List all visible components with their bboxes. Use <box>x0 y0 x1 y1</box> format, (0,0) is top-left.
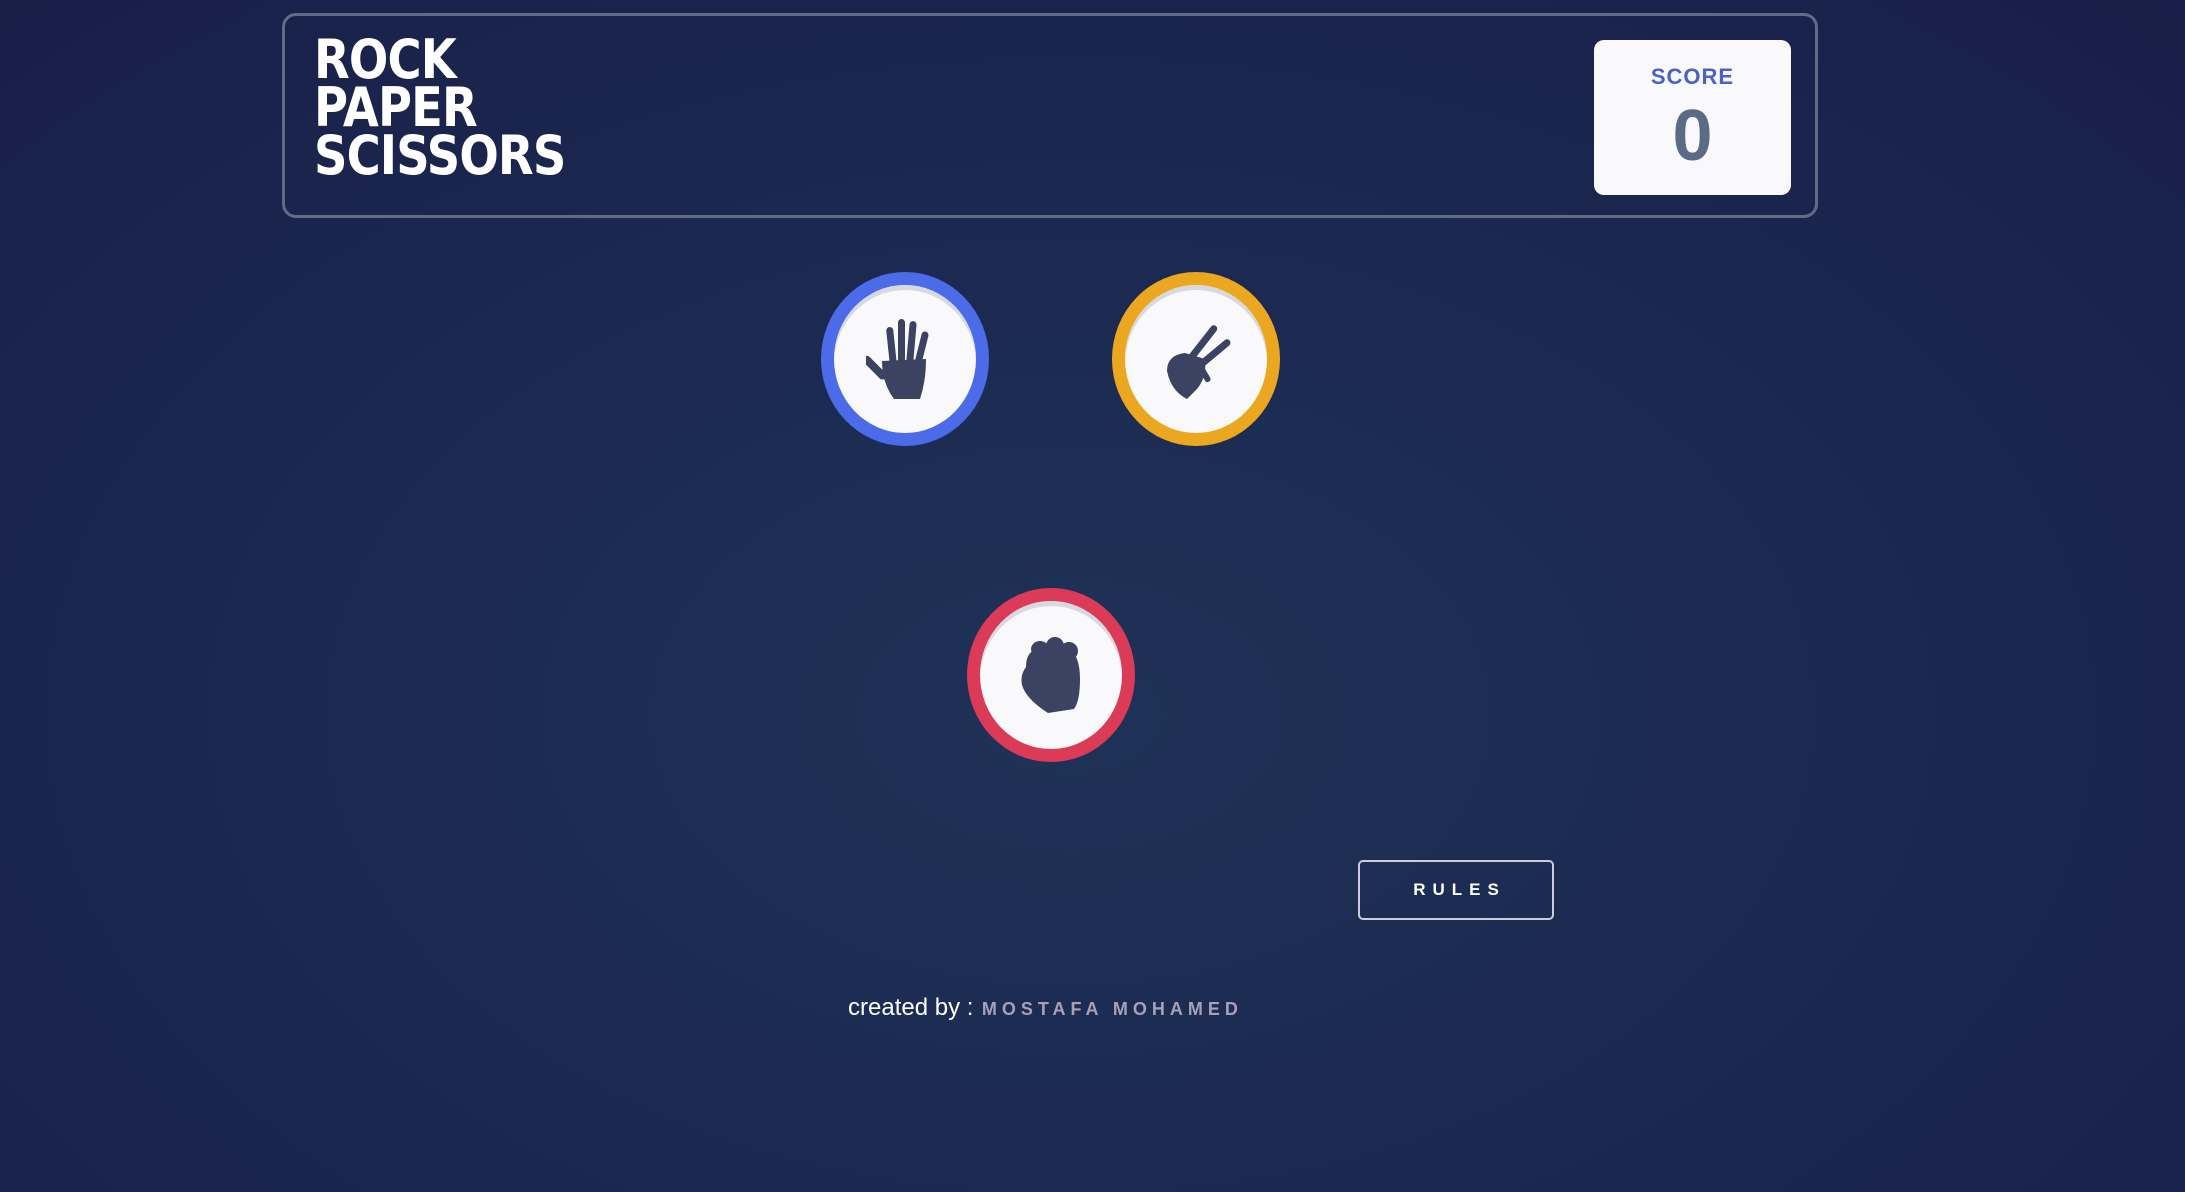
title-line-scissors: SCISSORS <box>314 124 566 187</box>
scissors-choice-button[interactable] <box>1112 272 1280 446</box>
header-bar: ROCK PAPER SCISSORS SCORE 0 <box>282 13 1818 218</box>
rock-fist-icon <box>1021 637 1080 713</box>
attribution-prefix: created by : <box>848 994 974 1021</box>
game-title: ROCK PAPER SCISSORS <box>314 33 566 187</box>
attribution: created by : MOSTAFA MOHAMED <box>848 994 1243 1022</box>
paper-hand-icon <box>866 319 929 399</box>
score-label: SCORE <box>1650 64 1735 89</box>
author-name: MOSTAFA MOHAMED <box>981 999 1243 1019</box>
rock-choice-face <box>980 601 1122 749</box>
rules-button[interactable]: RULES <box>1358 860 1554 920</box>
scissors-hand-icon <box>1167 325 1231 399</box>
score-value: 0 <box>1672 96 1713 176</box>
scissors-choice-face <box>1125 285 1267 433</box>
rock-choice-button[interactable] <box>967 588 1135 762</box>
paper-choice-face <box>834 285 976 433</box>
paper-choice-button[interactable] <box>821 272 989 446</box>
score-box: SCORE 0 <box>1594 40 1791 195</box>
